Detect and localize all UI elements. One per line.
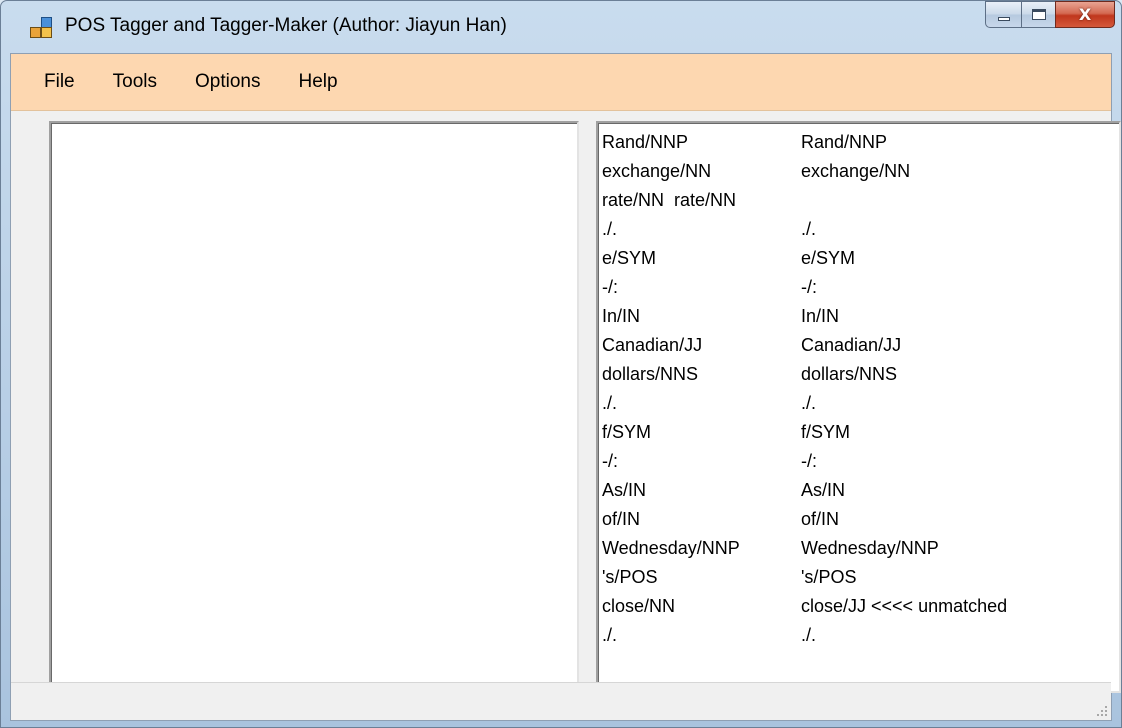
output-tag-expected: f/SYM <box>602 422 652 442</box>
output-tag-predicted: e/SYM <box>801 248 856 268</box>
menu-options[interactable]: Options <box>176 66 279 98</box>
output-tag-predicted: of/IN <box>801 509 840 529</box>
output-line: exchange/NN exchange/NN <box>602 157 910 186</box>
maximize-button[interactable] <box>1021 1 1055 28</box>
output-tag-predicted: dollars/NNS <box>801 364 898 384</box>
output-tag-predicted: exchange/NN <box>801 161 911 181</box>
output-line: close/NN close/JJ <<<< unmatched <box>602 592 1007 621</box>
output-tag-predicted: Rand/NNP <box>801 132 888 152</box>
output-tag-expected: dollars/NNS <box>602 364 699 384</box>
resize-grip-icon[interactable] <box>1093 702 1107 716</box>
menu-help[interactable]: Help <box>279 66 356 98</box>
output-tag-predicted: ./. <box>801 625 817 645</box>
app-window-icon <box>30 17 52 39</box>
output-tag-expected: -/: <box>602 451 618 471</box>
output-line: Rand/NNP Rand/NNP <box>602 128 887 157</box>
output-line: e/SYM e/SYM <box>602 244 855 273</box>
output-tag-predicted: close/JJ <<<< unmatched <box>801 596 1008 616</box>
output-tag-expected: exchange/NN <box>602 161 712 181</box>
output-tag-expected: Canadian/JJ <box>602 335 703 355</box>
output-line: dollars/NNS dollars/NNS <box>602 360 897 389</box>
output-tag-expected: e/SYM <box>602 248 657 268</box>
menu-tools[interactable]: Tools <box>94 66 176 98</box>
output-tag-predicted: ./. <box>801 393 817 413</box>
menu-bar: File Tools Options Help <box>11 54 1111 111</box>
output-line: In/IN In/IN <box>602 302 839 331</box>
output-tag-predicted: Wednesday/NNP <box>801 538 939 558</box>
output-tag-predicted: In/IN <box>801 306 840 326</box>
output-tag-predicted: Canadian/JJ <box>801 335 902 355</box>
output-tag-expected: ./. <box>602 625 618 645</box>
output-line: -/: -/: <box>602 273 817 302</box>
menu-file[interactable]: File <box>11 66 94 98</box>
output-line: Wednesday/NNP Wednesday/NNP <box>602 534 939 563</box>
output-line: ./. ./. <box>602 215 816 244</box>
input-text-area[interactable] <box>49 121 579 693</box>
output-tag-predicted: ./. <box>801 219 817 239</box>
output-line: f/SYM f/SYM <box>602 418 850 447</box>
title-bar[interactable]: POS Tagger and Tagger-Maker (Author: Jia… <box>1 1 1121 53</box>
output-tag-predicted: As/IN <box>801 480 846 500</box>
minimize-icon <box>997 16 1010 21</box>
output-tag-predicted: -/: <box>801 451 817 471</box>
output-tag-expected: rate/NN rate/NN <box>602 190 737 210</box>
output-tag-predicted: -/: <box>801 277 817 297</box>
output-line: Canadian/JJ Canadian/JJ <box>602 331 901 360</box>
caption-buttons: X <box>985 1 1115 29</box>
output-tag-expected: In/IN <box>602 306 641 326</box>
output-tag-expected: of/IN <box>602 509 641 529</box>
window-title: POS Tagger and Tagger-Maker (Author: Jia… <box>65 15 507 36</box>
close-button[interactable]: X <box>1055 1 1115 28</box>
output-line: -/: -/: <box>602 447 817 476</box>
output-line: ./. ./. <box>602 621 816 650</box>
output-tag-expected: ./. <box>602 393 618 413</box>
output-tag-expected: 's/POS <box>602 567 658 587</box>
maximize-icon <box>1031 9 1046 20</box>
output-line: ./. ./. <box>602 389 816 418</box>
output-tag-expected: Wednesday/NNP <box>602 538 740 558</box>
output-tag-expected: close/NN <box>602 596 676 616</box>
output-tag-predicted: 's/POS <box>801 567 857 587</box>
output-line: 's/POS 's/POS <box>602 563 856 592</box>
app-window: POS Tagger and Tagger-Maker (Author: Jia… <box>0 0 1122 728</box>
output-line: As/IN As/IN <box>602 476 845 505</box>
client-area: File Tools Options Help Rand/NNP Rand/NNP… <box>10 53 1121 721</box>
output-tag-predicted: f/SYM <box>801 422 851 442</box>
output-tag-expected: Rand/NNP <box>602 132 689 152</box>
minimize-button[interactable] <box>985 1 1021 28</box>
tagged-output-text-area[interactable]: Rand/NNP Rand/NNP exchange/NN exchange/NN ra… <box>596 121 1121 693</box>
output-line: of/IN of/IN <box>602 505 839 534</box>
output-line: rate/NN rate/NN <box>602 186 736 215</box>
status-bar <box>11 682 1111 720</box>
output-tag-expected: As/IN <box>602 480 647 500</box>
output-tag-expected: ./. <box>602 219 618 239</box>
close-icon: X <box>1078 5 1092 24</box>
output-tag-expected: -/: <box>602 277 618 297</box>
